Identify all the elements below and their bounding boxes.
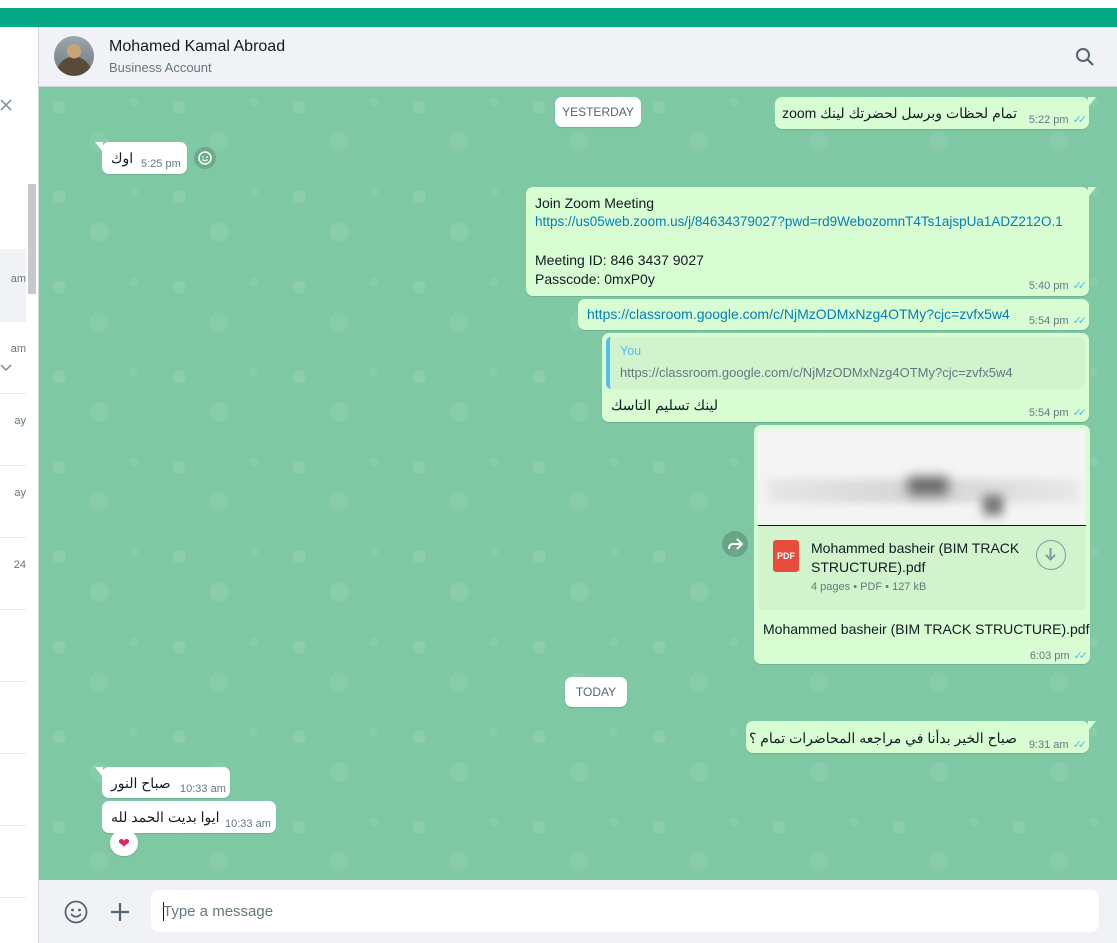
message-text: اوك [111,150,134,166]
pdf-file-icon: PDF [773,540,799,572]
contact-status: Business Account [109,60,212,75]
download-icon[interactable] [1036,540,1066,570]
bubble-tail [1088,721,1096,731]
read-ticks-icon: ✓✓ [1072,739,1088,751]
message-meta: 5:54 pm ✓✓ [1028,406,1088,419]
sidebar-chat-item[interactable] [0,609,26,682]
bubble-tail [95,767,103,777]
document-name: STRUCTURE).pdf [811,559,926,575]
message-meta: 5:22 pm ✓✓ [1028,113,1088,126]
conversation-panel[interactable]: YESTERDAY تمام لحظات وبرسل لحضرتك لينك z… [39,87,1117,880]
sidebar-chat-item[interactable] [0,681,26,754]
search-icon[interactable] [1073,45,1097,69]
quote-text: https://classroom.google.com/c/NjMzODMxN… [620,365,1013,380]
conversation-header[interactable]: Mohamed Kamal Abroad Business Account [39,27,1117,87]
chat-list-sidebar: am am ay ay 24 [0,27,39,943]
react-emoji-icon[interactable] [194,147,216,169]
message-time: 9:31 am [1028,739,1069,751]
message-meta: 5:54 pm ✓✓ [1028,314,1088,327]
read-ticks-icon: ✓✓ [1072,315,1088,327]
sidebar-chat-item[interactable] [0,825,26,898]
zoom-meeting-link[interactable]: https://us05web.zoom.us/j/84634379027?pw… [535,214,1063,229]
message-time: 10:33 am [225,818,271,830]
date-divider-today: TODAY [565,677,627,707]
message-meta: 9:31 am ✓✓ [1028,738,1088,751]
quote-author: You [620,344,642,358]
chat-item-time: am [10,343,26,355]
message-text: Passcode: 0mxP0y [535,271,655,287]
message-time: 5:40 pm [1028,280,1069,292]
incoming-message[interactable]: صباح النور 10:33 am [95,767,230,798]
outgoing-message[interactable]: Join Zoom Meeting https://us05web.zoom.u… [526,187,1096,296]
quoted-message[interactable]: You https://classroom.google.com/c/NjMzO… [606,337,1085,389]
message-time: 5:22 pm [1028,114,1069,126]
bubble-tail [1088,97,1096,107]
message-text: Meeting ID: 846 3437 9027 [535,252,704,268]
preview-blur [908,477,948,495]
chat-item-time: 24 [13,559,26,571]
sidebar-chat-item[interactable]: ay [0,465,26,538]
message-meta: 6:03 pm ✓✓ [1029,649,1089,662]
message-time: 5:54 pm [1028,407,1069,419]
message-input-container[interactable] [151,890,1099,932]
outgoing-message[interactable]: تمام لحظات وبرسل لحضرتك لينك zoom 5:22 p… [775,97,1096,129]
preview-blur [983,495,1003,515]
message-composer [39,880,1117,943]
outgoing-message[interactable]: https://classroom.google.com/c/NjMzODMxN… [578,299,1089,330]
incoming-message[interactable]: اوك 5:25 pm [95,142,187,174]
message-meta: 5:40 pm ✓✓ [1028,279,1088,292]
document-preview[interactable] [758,429,1086,526]
message-text: Join Zoom Meeting [535,195,655,211]
chat-item-time: ay [14,415,26,427]
date-divider-yesterday: YESTERDAY [555,97,641,127]
classroom-link[interactable]: https://classroom.google.com/c/NjMzODMxN… [587,306,1010,322]
window-top-strip [0,0,1117,8]
chat-item-time: ay [14,487,26,499]
chevron-down-icon[interactable] [0,363,12,375]
incoming-message[interactable]: ايوا بديت الحمد لله 10:33 am [102,801,276,833]
message-input[interactable] [163,890,1083,932]
message-time: 10:33 am [180,783,226,795]
forward-icon[interactable] [722,531,748,557]
outgoing-reply-message[interactable]: You https://classroom.google.com/c/NjMzO… [602,333,1089,422]
document-card[interactable]: PDF Mohammed basheir (BIM TRACK STRUCTUR… [758,526,1086,610]
document-meta: 4 pages • PDF • 127 kB [811,581,927,593]
read-ticks-icon: ✓✓ [1072,280,1088,292]
message-text: صباح النور [111,775,171,791]
contact-name[interactable]: Mohamed Kamal Abroad [109,38,285,56]
sidebar-chat-item[interactable]: 24 [0,537,26,610]
heart-reaction-icon[interactable]: ❤ [110,830,138,856]
plus-icon[interactable] [107,899,133,925]
chat-item-time: am [10,273,26,285]
read-ticks-icon: ✓✓ [1073,650,1089,662]
contact-avatar[interactable] [54,36,94,76]
document-caption: Mohammed basheir (BIM TRACK STRUCTURE).p… [763,621,1090,637]
read-ticks-icon: ✓✓ [1072,114,1088,126]
sidebar-chat-item[interactable]: am [0,321,26,394]
message-text: تمام لحظات وبرسل لحضرتك لينك zoom [782,105,1017,121]
message-time: 5:25 pm [141,158,181,170]
read-ticks-icon: ✓✓ [1072,407,1088,419]
sidebar-chat-item[interactable]: am [0,249,26,322]
message-text: صباح الخير بدأنا في مراجعه المحاضرات تما… [748,730,1017,746]
accent-band [0,8,1117,27]
emoji-icon[interactable] [63,899,89,925]
message-time: 6:03 pm [1029,650,1070,662]
message-text: لينك تسليم التاسك [611,397,719,413]
bubble-tail [1088,187,1096,197]
sidebar-chat-item[interactable]: ay [0,393,26,466]
document-name: Mohammed basheir (BIM TRACK [811,540,1020,556]
outgoing-message[interactable]: صباح الخير بدأنا في مراجعه المحاضرات تما… [746,721,1096,753]
sidebar-chat-item[interactable] [0,753,26,826]
message-time: 5:54 pm [1028,315,1069,327]
bubble-tail [95,142,103,152]
outgoing-document-message[interactable]: PDF Mohammed basheir (BIM TRACK STRUCTUR… [754,425,1090,664]
message-text: ايوا بديت الحمد لله [111,809,220,825]
close-icon[interactable] [0,97,18,127]
sidebar-scrollbar[interactable] [28,184,36,294]
